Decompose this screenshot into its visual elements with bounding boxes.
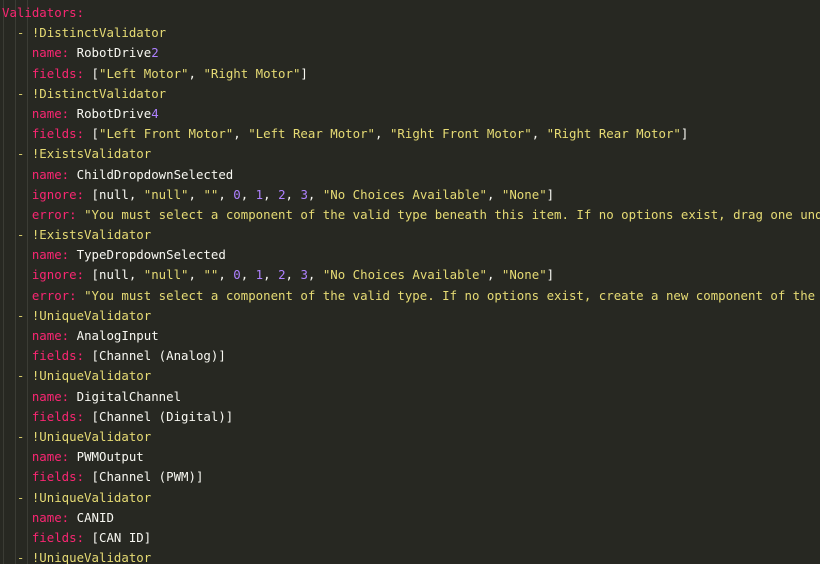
yaml-key-value-name[interactable]: name: PWMOutput bbox=[0, 447, 820, 467]
yaml-sequence-item-tag[interactable]: - !UniqueValidator bbox=[0, 548, 820, 564]
yaml-key-value-name[interactable]: name: AnalogInput bbox=[0, 326, 820, 346]
yaml-key-value-name[interactable]: name: ChildDropdownSelected bbox=[0, 165, 820, 185]
yaml-key-value-error[interactable]: error: "You must select a component of t… bbox=[0, 205, 820, 225]
yaml-sequence-item-tag[interactable]: - !UniqueValidator bbox=[0, 366, 820, 386]
yaml-root-key[interactable]: Validators: bbox=[0, 3, 820, 23]
yaml-key-value-name[interactable]: name: DigitalChannel bbox=[0, 387, 820, 407]
code-editor-viewport[interactable]: Validators: - !DistinctValidator name: R… bbox=[0, 0, 820, 564]
yaml-sequence-item-tag[interactable]: - !UniqueValidator bbox=[0, 306, 820, 326]
yaml-key-value-fields[interactable]: fields: [Channel (PWM)] bbox=[0, 467, 820, 487]
yaml-sequence-item-tag[interactable]: - !UniqueValidator bbox=[0, 427, 820, 447]
yaml-key-value-name[interactable]: name: RobotDrive2 bbox=[0, 43, 820, 63]
yaml-key-value-fields[interactable]: fields: [Channel (Analog)] bbox=[0, 346, 820, 366]
yaml-key-value-name[interactable]: name: RobotDrive4 bbox=[0, 104, 820, 124]
yaml-key-value-fields[interactable]: fields: ["Left Motor", "Right Motor"] bbox=[0, 64, 820, 84]
yaml-key-value-fields[interactable]: fields: ["Left Front Motor", "Left Rear … bbox=[0, 124, 820, 144]
yaml-sequence-item-tag[interactable]: - !UniqueValidator bbox=[0, 488, 820, 508]
yaml-sequence-item-tag[interactable]: - !DistinctValidator bbox=[0, 23, 820, 43]
yaml-key-value-name[interactable]: name: CANID bbox=[0, 508, 820, 528]
yaml-sequence-item-tag[interactable]: - !ExistsValidator bbox=[0, 144, 820, 164]
yaml-source-lines[interactable]: Validators: - !DistinctValidator name: R… bbox=[0, 3, 820, 564]
yaml-key-value-fields[interactable]: fields: [CAN ID] bbox=[0, 528, 820, 548]
yaml-key-value-name[interactable]: name: TypeDropdownSelected bbox=[0, 245, 820, 265]
yaml-sequence-item-tag[interactable]: - !DistinctValidator bbox=[0, 84, 820, 104]
yaml-key-value-error[interactable]: error: "You must select a component of t… bbox=[0, 286, 820, 306]
yaml-sequence-item-tag[interactable]: - !ExistsValidator bbox=[0, 225, 820, 245]
yaml-key-value-fields[interactable]: fields: [Channel (Digital)] bbox=[0, 407, 820, 427]
yaml-key-value-ignore[interactable]: ignore: [null, "null", "", 0, 1, 2, 3, "… bbox=[0, 265, 820, 285]
yaml-key-value-ignore[interactable]: ignore: [null, "null", "", 0, 1, 2, 3, "… bbox=[0, 185, 820, 205]
